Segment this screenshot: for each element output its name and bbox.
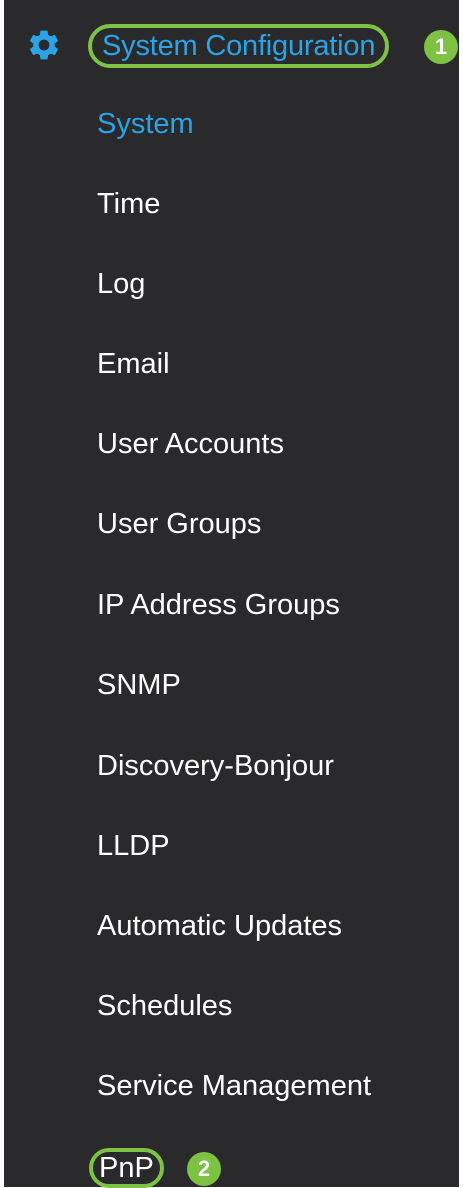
- sidebar-item-ip-address-groups[interactable]: IP Address Groups: [97, 585, 340, 625]
- sidebar-item-time[interactable]: Time: [97, 184, 160, 224]
- sidebar-item-schedules[interactable]: Schedules: [97, 986, 232, 1026]
- sidebar-item-service-management[interactable]: Service Management: [97, 1066, 371, 1106]
- sidebar-item-email[interactable]: Email: [97, 344, 170, 384]
- sidebar-item-discovery-bonjour[interactable]: Discovery-Bonjour: [97, 746, 334, 786]
- callout-badge-2: 2: [187, 1152, 221, 1186]
- callout-badge-1: 1: [424, 30, 458, 64]
- sidebar-item-system[interactable]: System: [97, 104, 194, 144]
- sidebar-item-snmp[interactable]: SNMP: [97, 665, 181, 705]
- sidebar-item-log[interactable]: Log: [97, 264, 145, 304]
- sidebar-item-pnp[interactable]: PnP: [89, 1148, 164, 1188]
- section-title-system-configuration[interactable]: System Configuration: [88, 24, 390, 68]
- sidebar-item-user-accounts[interactable]: User Accounts: [97, 424, 284, 464]
- sidebar-panel: System Configuration 1 System Time Log E…: [4, 0, 459, 1188]
- sidebar-item-automatic-updates[interactable]: Automatic Updates: [97, 906, 342, 946]
- section-header[interactable]: System Configuration 1: [4, 0, 459, 90]
- sidebar-item-user-groups[interactable]: User Groups: [97, 504, 261, 544]
- gear-icon: [26, 27, 62, 63]
- sidebar-item-lldp[interactable]: LLDP: [97, 826, 170, 866]
